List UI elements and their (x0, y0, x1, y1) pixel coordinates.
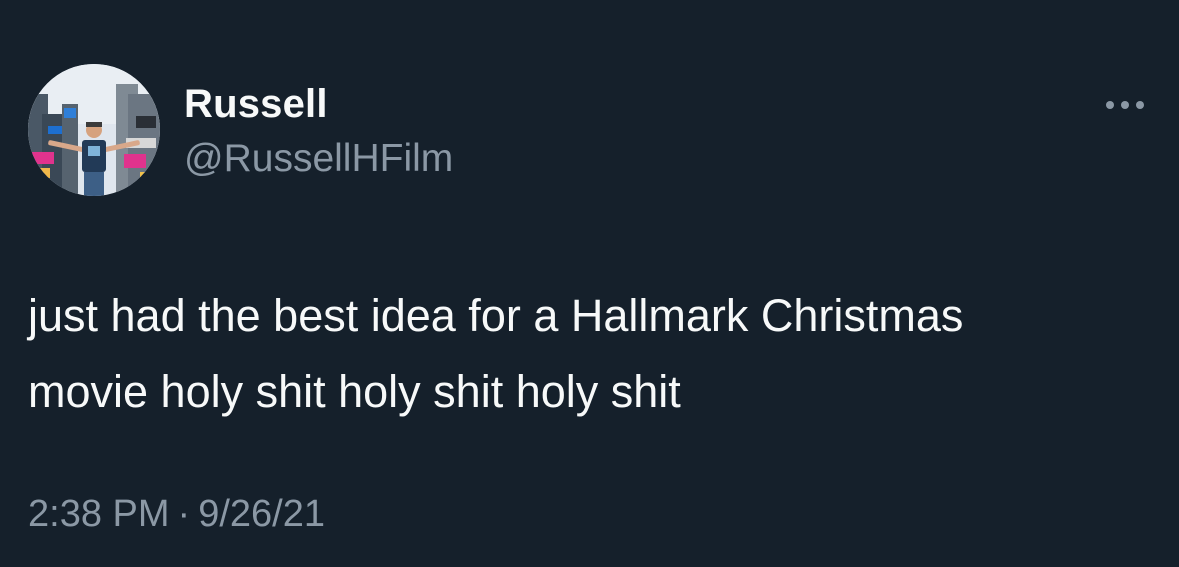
tweet-text-line: movie holy shit holy shit holy shit (28, 366, 681, 417)
dot-icon (1121, 101, 1129, 109)
meta-separator: · (177, 493, 191, 535)
more-options-button[interactable] (1100, 92, 1150, 118)
tweet-text: just had the best idea for a Hallmark Ch… (28, 278, 1148, 430)
tweet-card: Russell @RussellHFilm just had the best … (0, 0, 1179, 567)
tweet-timestamp[interactable]: 2:38 PM · 9/26/21 (28, 490, 325, 538)
dot-icon (1136, 101, 1144, 109)
user-handle[interactable]: @RussellHFilm (184, 136, 453, 182)
profile-photo-icon (28, 64, 160, 196)
more-options-icon (1106, 101, 1144, 109)
tweet-time: 2:38 PM (28, 493, 170, 535)
tweet-date: 9/26/21 (198, 493, 325, 535)
dot-icon (1106, 101, 1114, 109)
avatar[interactable] (28, 64, 160, 196)
display-name[interactable]: Russell (184, 80, 328, 128)
tweet-text-line: just had the best idea for a Hallmark Ch… (28, 290, 964, 341)
